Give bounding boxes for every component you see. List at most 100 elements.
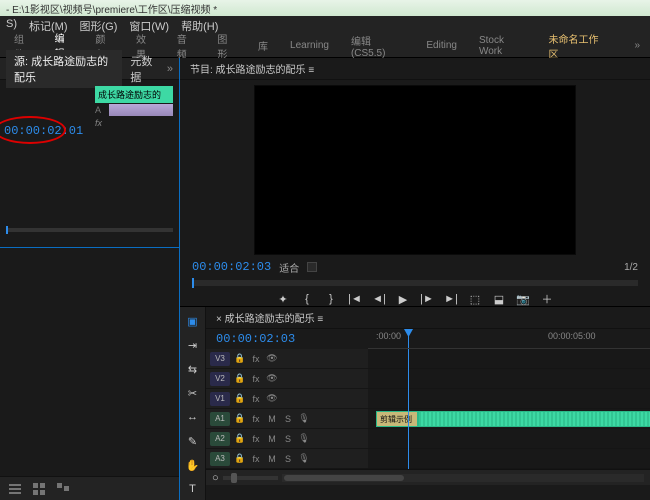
track-lane-v2[interactable] bbox=[368, 369, 650, 389]
track-lane-a1[interactable]: 剪辑示例 bbox=[368, 409, 650, 429]
program-monitor[interactable] bbox=[255, 86, 575, 254]
ruler-tick: :00:00 bbox=[376, 331, 401, 341]
program-scrub-bar[interactable] bbox=[192, 280, 638, 286]
zoom-slider[interactable] bbox=[223, 476, 278, 480]
timeline-bottom-bar: ○ bbox=[206, 469, 650, 485]
eye-icon[interactable]: 👁 bbox=[266, 373, 278, 385]
audio-clip[interactable] bbox=[418, 411, 650, 427]
mic-icon[interactable]: 🎙 bbox=[298, 453, 310, 465]
zoom-dropdown-icon[interactable] bbox=[307, 262, 317, 272]
track-label: V2 bbox=[210, 372, 230, 386]
source-panel: 源: 成长路途励志的配乐 元数据 » 成长路途励志的 A fx 00:00:02… bbox=[0, 58, 179, 248]
fx-icon[interactable]: fx bbox=[250, 353, 262, 365]
mute-icon[interactable]: M bbox=[266, 413, 278, 425]
waveform-icon bbox=[109, 104, 173, 116]
zoom-out-icon[interactable]: ○ bbox=[212, 472, 219, 484]
zoom-fit-label[interactable]: 适合 bbox=[279, 260, 299, 275]
freeform-view-icon[interactable] bbox=[56, 482, 70, 496]
button-editor-icon[interactable]: ＋ bbox=[540, 292, 554, 306]
track-header-v3[interactable]: V3🔒fx👁 bbox=[206, 349, 368, 369]
panel-menu-icon[interactable]: » bbox=[167, 63, 173, 75]
track-header-v1[interactable]: V1🔒fx👁 bbox=[206, 389, 368, 409]
solo-icon[interactable]: S bbox=[282, 413, 294, 425]
track-lane-a2[interactable] bbox=[368, 429, 650, 449]
lock-icon[interactable]: 🔒 bbox=[234, 373, 246, 385]
waveform-icon bbox=[419, 412, 650, 426]
track-header-v2[interactable]: V2 🔒 fx 👁 bbox=[206, 369, 368, 389]
mute-icon[interactable]: M bbox=[266, 433, 278, 445]
selection-tool-icon[interactable]: ▣ bbox=[185, 313, 201, 329]
project-panel bbox=[0, 248, 179, 500]
fx-icon[interactable]: fx bbox=[250, 373, 262, 385]
lock-icon[interactable]: 🔒 bbox=[234, 453, 246, 465]
timeline-tracks[interactable]: 剪辑示例 bbox=[368, 349, 650, 469]
eye-icon[interactable]: 👁 bbox=[266, 353, 278, 365]
track-lane-v1[interactable] bbox=[368, 389, 650, 409]
mic-icon[interactable]: 🎙 bbox=[298, 433, 310, 445]
workspace-tab[interactable]: Editing bbox=[416, 36, 467, 55]
list-view-icon[interactable] bbox=[8, 482, 22, 496]
add-marker-icon[interactable]: ✦ bbox=[276, 292, 290, 306]
mic-icon[interactable]: 🎙 bbox=[298, 413, 310, 425]
lock-icon[interactable]: 🔒 bbox=[234, 353, 246, 365]
workspace-menu-icon[interactable]: » bbox=[624, 36, 650, 55]
mark-out-icon[interactable]: } bbox=[324, 292, 338, 306]
timeline-header: × 成长路途励志的配乐 ≡ bbox=[206, 307, 650, 329]
tool-palette: ▣ ⇥ ⇆ ✂ ↔ ✎ ✋ T bbox=[180, 307, 206, 500]
timeline-panel: ▣ ⇥ ⇆ ✂ ↔ ✎ ✋ T × 成长路途励志的配乐 ≡ 00:00:02:0… bbox=[180, 306, 650, 500]
track-header-a2[interactable]: A2 🔒 fx MS 🎙 bbox=[206, 429, 368, 449]
track-lane-a3[interactable] bbox=[368, 449, 650, 469]
source-timecode[interactable]: 00:00:02:01 bbox=[4, 124, 83, 138]
workspace-tab[interactable]: 库 bbox=[248, 34, 278, 57]
fx-icon[interactable]: fx bbox=[250, 453, 262, 465]
track-header-a1[interactable]: A1 🔒 fx MS 🎙 bbox=[206, 409, 368, 429]
type-tool-icon[interactable]: T bbox=[185, 481, 201, 497]
track-label: A2 bbox=[210, 432, 230, 446]
program-panel: 节目: 成长路途励志的配乐 ≡ 00:00:02:03 适合 1/2 ✦ { }… bbox=[180, 58, 650, 306]
workspace-tab[interactable]: Learning bbox=[280, 36, 339, 55]
clip-name-label: 成长路途励志的 bbox=[95, 86, 173, 103]
ripple-tool-icon[interactable]: ⇆ bbox=[185, 361, 201, 377]
timeline-ruler[interactable]: :00:00 00:00:05:00 00:00:10:00 bbox=[368, 329, 650, 349]
audio-track-letter: A bbox=[95, 105, 105, 115]
lift-icon[interactable]: ⬚ bbox=[468, 292, 482, 306]
step-forward-icon[interactable]: |► bbox=[420, 292, 434, 306]
source-clip-thumb[interactable]: 成长路途励志的 A fx bbox=[95, 86, 173, 128]
mark-in-icon[interactable]: { bbox=[300, 292, 314, 306]
workspace-tab[interactable]: Stock Work bbox=[469, 31, 537, 61]
program-timecode[interactable]: 00:00:02:03 bbox=[192, 260, 271, 274]
lock-icon[interactable]: 🔒 bbox=[234, 413, 246, 425]
playhead[interactable] bbox=[408, 329, 409, 348]
extract-icon[interactable]: ⬓ bbox=[492, 292, 506, 306]
export-frame-icon[interactable]: 📷 bbox=[516, 292, 530, 306]
lock-icon[interactable]: 🔒 bbox=[234, 393, 246, 405]
fx-icon[interactable]: fx bbox=[250, 393, 262, 405]
timeline-timecode[interactable]: 00:00:02:03 bbox=[216, 332, 295, 346]
mute-icon[interactable]: M bbox=[266, 453, 278, 465]
fx-icon[interactable]: fx bbox=[250, 433, 262, 445]
go-to-in-icon[interactable]: |◄ bbox=[348, 292, 362, 306]
razor-tool-icon[interactable]: ✂ bbox=[185, 385, 201, 401]
solo-icon[interactable]: S bbox=[282, 453, 294, 465]
track-headers: V3🔒fx👁 V2🔒fx👁 V1🔒fx👁 A1🔒fxMS🎙 A2🔒fxMS🎙 A… bbox=[206, 349, 368, 469]
eye-icon[interactable]: 👁 bbox=[266, 393, 278, 405]
go-to-out-icon[interactable]: ►| bbox=[444, 292, 458, 306]
lock-icon[interactable]: 🔒 bbox=[234, 433, 246, 445]
resolution-label[interactable]: 1/2 bbox=[624, 262, 638, 273]
icon-view-icon[interactable] bbox=[32, 482, 46, 496]
source-scrub-bar[interactable] bbox=[6, 228, 173, 232]
audio-clip[interactable]: 剪辑示例 bbox=[376, 411, 418, 427]
slip-tool-icon[interactable]: ↔ bbox=[185, 409, 201, 425]
step-back-icon[interactable]: ◄| bbox=[372, 292, 386, 306]
track-lane-v3[interactable] bbox=[368, 349, 650, 369]
pen-tool-icon[interactable]: ✎ bbox=[185, 433, 201, 449]
fx-icon[interactable]: fx bbox=[250, 413, 262, 425]
solo-icon[interactable]: S bbox=[282, 433, 294, 445]
fx-label: fx bbox=[95, 118, 173, 128]
track-label: A1 bbox=[210, 412, 230, 426]
play-icon[interactable]: ▶ bbox=[396, 292, 410, 306]
timeline-scrollbar[interactable] bbox=[282, 474, 644, 482]
hand-tool-icon[interactable]: ✋ bbox=[185, 457, 201, 473]
track-select-tool-icon[interactable]: ⇥ bbox=[185, 337, 201, 353]
track-header-a3[interactable]: A3🔒fxMS🎙 bbox=[206, 449, 368, 469]
